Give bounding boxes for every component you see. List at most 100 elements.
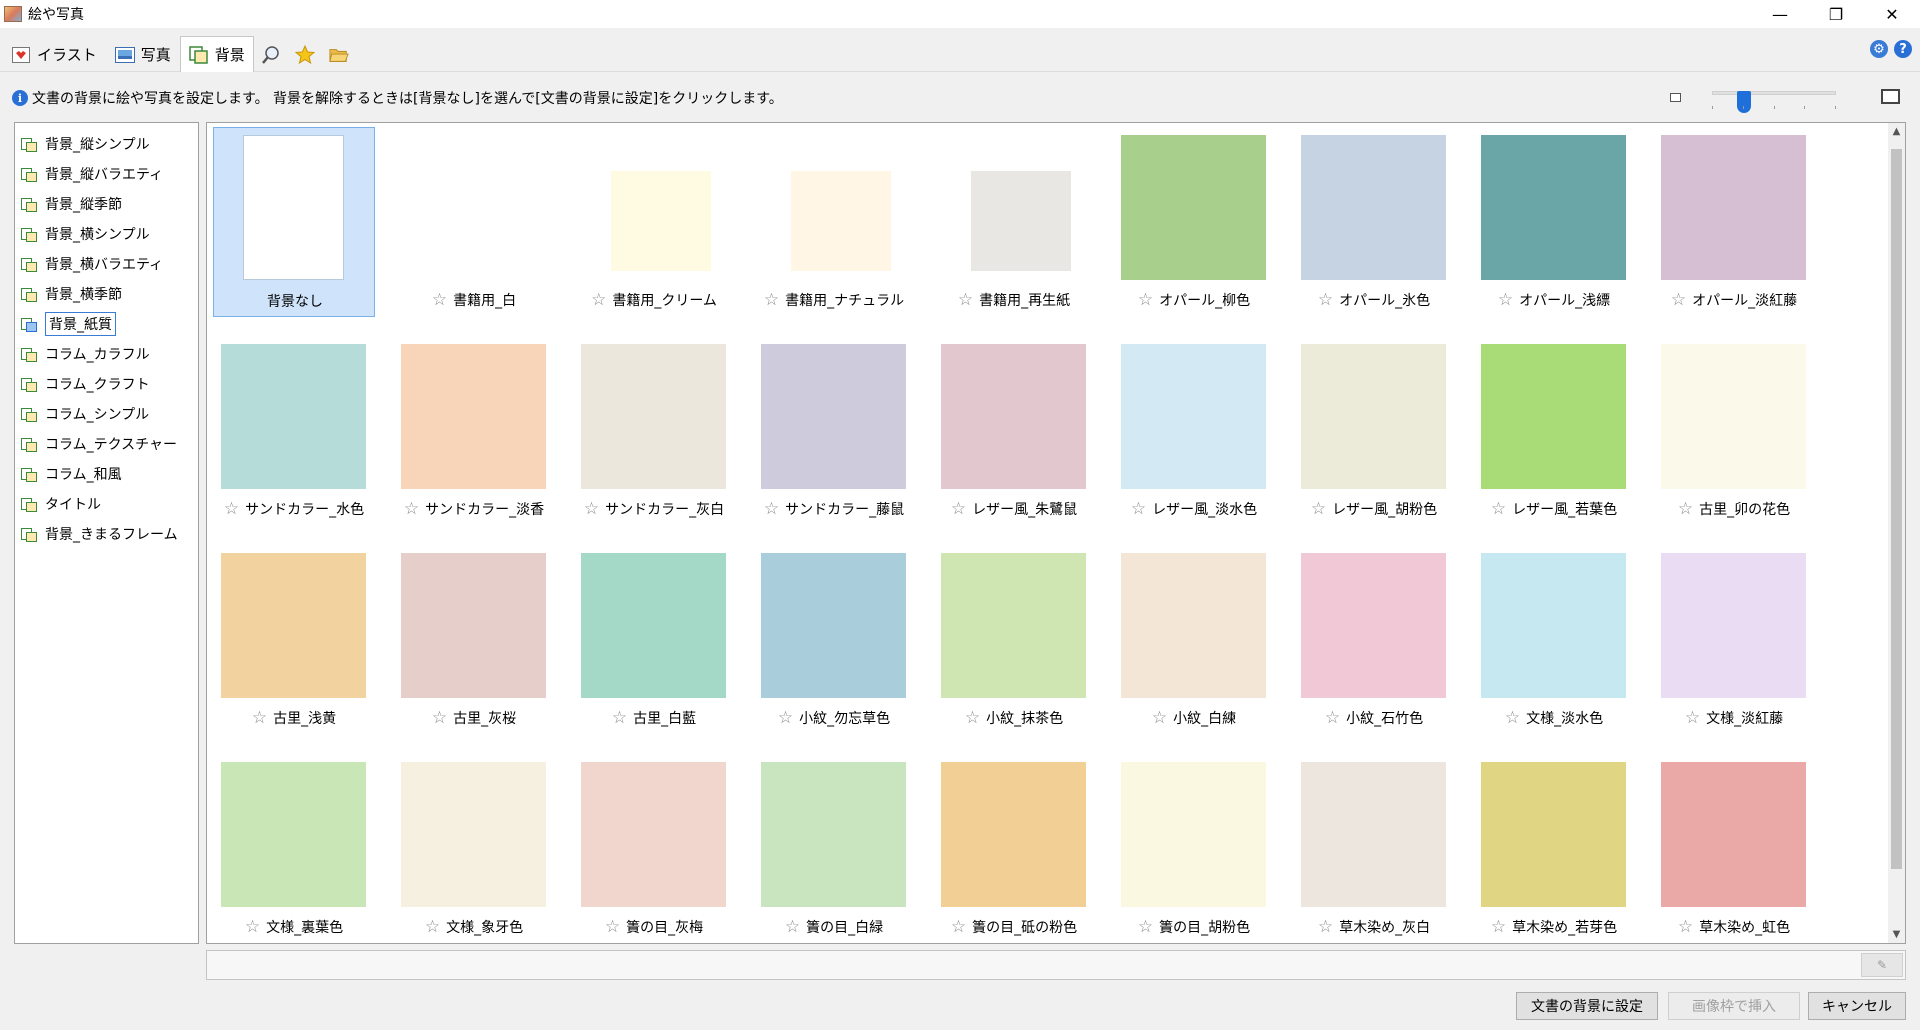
tab-favorites[interactable] (288, 36, 322, 72)
tree-item[interactable]: 背景_縦シンプル (15, 129, 198, 159)
gallery-item[interactable]: ☆ 古里_灰桜 (393, 545, 555, 735)
gallery-item[interactable]: ☆ サンドカラー_水色 (213, 336, 375, 526)
favorite-star-icon[interactable]: ☆ (951, 500, 966, 518)
gallery-item[interactable]: ☆ 古里_卯の花色 (1653, 336, 1815, 526)
favorite-star-icon[interactable]: ☆ (245, 918, 260, 936)
favorite-star-icon[interactable]: ☆ (584, 500, 599, 518)
favorite-star-icon[interactable]: ☆ (951, 918, 966, 936)
minimize-button[interactable]: — (1752, 0, 1808, 28)
gallery-item[interactable]: ☆ 文様_淡紅藤 (1653, 545, 1815, 735)
tree-item[interactable]: 背景_横バラエティ (15, 249, 198, 279)
favorite-star-icon[interactable]: ☆ (404, 500, 419, 518)
gallery-item[interactable]: ☆ 書籍用_再生紙 (933, 127, 1095, 317)
favorite-star-icon[interactable]: ☆ (764, 500, 779, 518)
tree-item[interactable]: 背景_横季節 (15, 279, 198, 309)
gallery-item[interactable]: ☆ レザー風_胡粉色 (1293, 336, 1455, 526)
favorite-star-icon[interactable]: ☆ (1491, 918, 1506, 936)
gallery-item[interactable]: ☆ 古里_白藍 (573, 545, 735, 735)
favorite-star-icon[interactable]: ☆ (432, 709, 447, 727)
favorite-star-icon[interactable]: ☆ (958, 291, 973, 309)
gallery-item[interactable]: ☆ レザー風_淡水色 (1113, 336, 1275, 526)
favorite-star-icon[interactable]: ☆ (1671, 291, 1686, 309)
edit-icon[interactable]: ✎ (1861, 953, 1903, 977)
slider-track[interactable] (1712, 91, 1836, 113)
favorite-star-icon[interactable]: ☆ (1325, 709, 1340, 727)
favorite-star-icon[interactable]: ☆ (1131, 500, 1146, 518)
cancel-button[interactable]: キャンセル (1808, 992, 1906, 1020)
favorite-star-icon[interactable]: ☆ (785, 918, 800, 936)
scroll-down-arrow[interactable]: ▼ (1888, 926, 1905, 943)
favorite-star-icon[interactable]: ☆ (1138, 918, 1153, 936)
favorite-star-icon[interactable]: ☆ (764, 291, 779, 309)
favorite-star-icon[interactable]: ☆ (252, 709, 267, 727)
tree-item[interactable]: 背景_紙質 (15, 309, 198, 339)
tree-item[interactable]: コラム_カラフル (15, 339, 198, 369)
gallery-item[interactable]: ☆ オパール_淡紅藤 (1653, 127, 1815, 317)
close-button[interactable]: ✕ (1864, 0, 1920, 28)
gallery-item[interactable]: ☆ 書籍用_クリーム (573, 127, 735, 317)
tab-background[interactable]: 背景 (179, 36, 254, 72)
favorite-star-icon[interactable]: ☆ (1498, 291, 1513, 309)
favorite-star-icon[interactable]: ☆ (1678, 500, 1693, 518)
tab-photo[interactable]: 写真 (106, 36, 180, 72)
vertical-scrollbar[interactable]: ▲ ▼ (1888, 123, 1905, 943)
favorite-star-icon[interactable]: ☆ (1505, 709, 1520, 727)
gallery-item[interactable]: ☆ サンドカラー_淡香 (393, 336, 555, 526)
tab-search[interactable] (254, 36, 288, 72)
large-thumbnail-icon[interactable] (1881, 89, 1900, 104)
gallery-item[interactable]: ☆ 小紋_白練 (1113, 545, 1275, 735)
gallery-item[interactable]: ☆ 簀の目_胡粉色 (1113, 754, 1275, 943)
help-icon[interactable]: ? (1894, 40, 1912, 58)
caption-field[interactable]: ✎ (206, 950, 1906, 980)
gallery-item[interactable]: ☆ 小紋_石竹色 (1293, 545, 1455, 735)
gallery-item[interactable]: ☆ 小紋_勿忘草色 (753, 545, 915, 735)
gallery-item[interactable]: ☆ レザー風_若葉色 (1473, 336, 1635, 526)
gallery-item[interactable]: ☆ 簀の目_白緑 (753, 754, 915, 943)
gallery-item[interactable]: ☆ 草木染め_虹色 (1653, 754, 1815, 943)
favorite-star-icon[interactable]: ☆ (1138, 291, 1153, 309)
gallery-item[interactable]: ☆ レザー風_朱鷺鼠 (933, 336, 1095, 526)
tree-item[interactable]: コラム_シンプル (15, 399, 198, 429)
gallery-item[interactable]: 背景なし (213, 127, 375, 317)
gallery-item[interactable]: ☆ 書籍用_ナチュラル (753, 127, 915, 317)
scroll-thumb[interactable] (1891, 149, 1902, 869)
thumbnail-size-slider[interactable] (1670, 84, 1900, 113)
tree-item[interactable]: 背景_きまるフレーム (15, 519, 198, 549)
maximize-button[interactable]: ❐ (1808, 0, 1864, 28)
favorite-star-icon[interactable]: ☆ (612, 709, 627, 727)
gallery-item[interactable]: ☆ 草木染め_若芽色 (1473, 754, 1635, 943)
favorite-star-icon[interactable]: ☆ (1685, 709, 1700, 727)
gallery-item[interactable]: ☆ オパール_浅縹 (1473, 127, 1635, 317)
gallery-item[interactable]: ☆ 簀の目_砥の粉色 (933, 754, 1095, 943)
tree-item[interactable]: 背景_縦バラエティ (15, 159, 198, 189)
favorite-star-icon[interactable]: ☆ (1491, 500, 1506, 518)
favorite-star-icon[interactable]: ☆ (1678, 918, 1693, 936)
gallery-item[interactable]: ☆ 文様_淡水色 (1473, 545, 1635, 735)
gallery-item[interactable]: ☆ 小紋_抹茶色 (933, 545, 1095, 735)
tab-illustration[interactable]: イラスト (2, 36, 106, 72)
gallery-item[interactable]: ☆ 簀の目_灰梅 (573, 754, 735, 943)
favorite-star-icon[interactable]: ☆ (1318, 291, 1333, 309)
gallery-item[interactable]: ☆ サンドカラー_灰白 (573, 336, 735, 526)
gallery-item[interactable]: ☆ オパール_氷色 (1293, 127, 1455, 317)
gallery-item[interactable]: ☆ 書籍用_白 (393, 127, 555, 317)
favorite-star-icon[interactable]: ☆ (224, 500, 239, 518)
tree-item[interactable]: コラム_クラフト (15, 369, 198, 399)
tree-item[interactable]: 背景_横シンプル (15, 219, 198, 249)
favorite-star-icon[interactable]: ☆ (425, 918, 440, 936)
set-background-button[interactable]: 文書の背景に設定 (1516, 992, 1658, 1020)
gallery-item[interactable]: ☆ 草木染め_灰白 (1293, 754, 1455, 943)
tree-item[interactable]: コラム_和風 (15, 459, 198, 489)
favorite-star-icon[interactable]: ☆ (591, 291, 606, 309)
favorite-star-icon[interactable]: ☆ (965, 709, 980, 727)
favorite-star-icon[interactable]: ☆ (1152, 709, 1167, 727)
tab-folder[interactable] (322, 36, 356, 72)
favorite-star-icon[interactable]: ☆ (605, 918, 620, 936)
gallery-item[interactable]: ☆ 古里_浅黄 (213, 545, 375, 735)
gallery-item[interactable]: ☆ サンドカラー_藤鼠 (753, 336, 915, 526)
gear-icon[interactable]: ⚙ (1870, 40, 1888, 58)
gallery-item[interactable]: ☆ 文様_裏葉色 (213, 754, 375, 943)
favorite-star-icon[interactable]: ☆ (432, 291, 447, 309)
gallery-item[interactable]: ☆ 文様_象牙色 (393, 754, 555, 943)
insert-frame-button[interactable]: 画像枠で挿入 (1668, 992, 1800, 1020)
